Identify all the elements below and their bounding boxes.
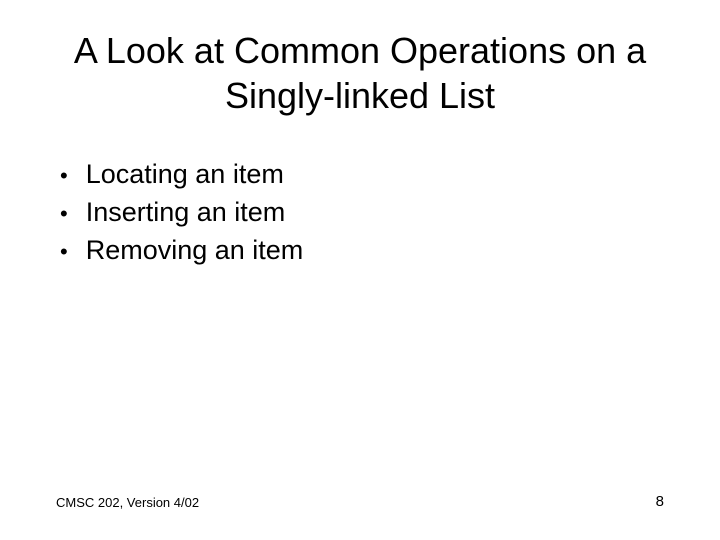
bullet-list: Locating an item Inserting an item Remov… bbox=[48, 156, 672, 269]
footer-course-info: CMSC 202, Version 4/02 bbox=[56, 495, 199, 510]
bullet-text: Locating an item bbox=[86, 156, 284, 194]
page-number: 8 bbox=[656, 493, 664, 510]
slide-title: A Look at Common Operations on a Singly-… bbox=[48, 28, 672, 118]
bullet-text: Inserting an item bbox=[86, 194, 286, 232]
list-item: Locating an item bbox=[54, 156, 672, 194]
slide-container: A Look at Common Operations on a Singly-… bbox=[0, 0, 720, 540]
bullet-text: Removing an item bbox=[86, 232, 304, 270]
list-item: Inserting an item bbox=[54, 194, 672, 232]
list-item: Removing an item bbox=[54, 232, 672, 270]
